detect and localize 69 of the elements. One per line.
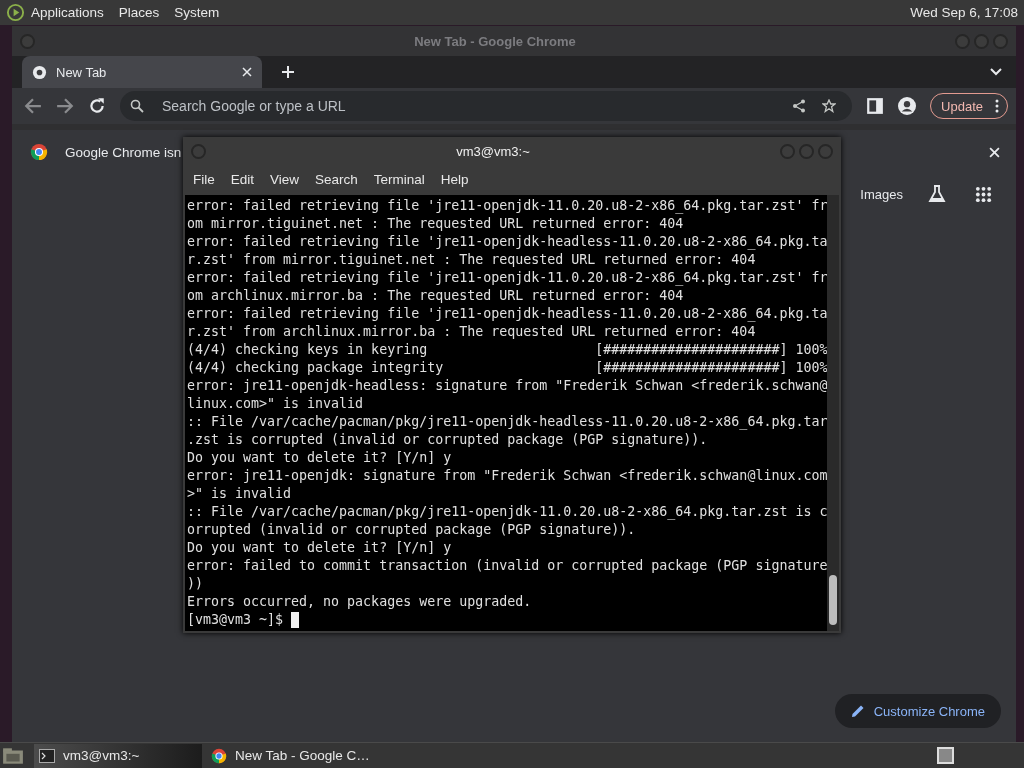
close-icon[interactable] — [989, 146, 1000, 158]
profile-avatar-icon[interactable] — [898, 97, 917, 115]
menu-item[interactable]: Help — [440, 171, 469, 187]
menu-item[interactable]: File — [193, 171, 215, 187]
terminal-line: Do you want to delete it? [Y/n] y — [187, 539, 453, 557]
chrome-logo-icon — [30, 143, 48, 161]
terminal-line: )) — [187, 575, 204, 593]
terminal-line: :: File /var/cache/pacman/pkg/jre11-openjdk-11.0.20.u8-2-x86_64.pkg.tar.zst is c — [187, 503, 828, 521]
terminal-line: Do you want to delete it? [Y/n] y — [187, 449, 453, 467]
panel-menu[interactable]: Places — [118, 5, 160, 20]
terminal-line: om mirror.tiguinet.net : The requested URL returned error: 404 — [187, 215, 685, 233]
terminal-line: orrupted (invalid or corrupted package (PGP signature)). — [187, 521, 637, 539]
terminal-line: error: jre11-openjdk-headless: signature from "Frederik Schwan <frederik.schwan@ — [187, 377, 828, 395]
terminal-line: r.zst' from mirror.tiguinet.net : The requested URL returned error: 404 — [187, 251, 757, 269]
terminal-line: (4/4) checking package integrity [######################] 100% — [187, 359, 828, 377]
menu-item[interactable]: Search — [315, 171, 358, 187]
terminal-line: linux.com>" is invalid — [187, 395, 365, 413]
more-icon[interactable] — [995, 99, 999, 113]
address-bar[interactable]: Search Google or type a URL — [120, 91, 853, 121]
terminal-line: .zst is corrupted (invalid or corrupted package (PGP signature)). — [187, 431, 709, 449]
window-title: vm3@vm3:~ — [455, 143, 531, 159]
menu-item[interactable]: Edit — [230, 171, 255, 187]
terminal-line: r.zst' from archlinux.mirror.ba : The requested URL returned error: 404 — [187, 323, 757, 341]
distro-logo-icon[interactable] — [6, 3, 25, 22]
chrome-logo-icon — [32, 64, 47, 80]
window-title: New Tab - Google Chrome — [413, 33, 577, 49]
terminal-line: (4/4) checking keys in keyring [######################] 100% — [187, 341, 828, 359]
show-desktop-icon[interactable] — [2, 746, 24, 765]
panel-menu[interactable]: Applications — [31, 5, 104, 20]
workspace-switcher[interactable] — [937, 747, 954, 764]
images-link[interactable]: Images — [860, 186, 903, 202]
terminal-line: error: failed retrieving file 'jre11-openjdk-headless-11.0.20.u8-2-x86_64.pkg.ta — [187, 233, 828, 251]
side-panel-icon[interactable] — [866, 97, 885, 115]
chevron-down-icon[interactable] — [990, 68, 1002, 76]
share-icon[interactable] — [792, 99, 807, 113]
terminal-line: >" is invalid — [187, 485, 293, 503]
menu-item[interactable]: View — [270, 171, 300, 187]
terminal-line: error: failed retrieving file 'jre11-openjdk-11.0.20.u8-2-x86_64.pkg.tar.zst' fr — [187, 269, 828, 287]
browser-tab[interactable]: New Tab — [22, 56, 262, 88]
star-icon[interactable] — [822, 99, 837, 113]
close-icon[interactable] — [242, 67, 252, 77]
pencil-icon — [850, 704, 865, 718]
terminal-line: error: jre11-openjdk: signature from "Frederik Schwan <frederik.schwan@linux.com — [187, 467, 828, 485]
infobar-message: Google Chrome isn — [65, 144, 182, 160]
scrollbar-thumb[interactable] — [829, 575, 837, 625]
text-cursor — [291, 612, 300, 628]
panel-menu[interactable]: System — [174, 5, 220, 20]
address-input[interactable]: Search Google or type a URL — [160, 97, 783, 115]
shell-prompt: [vm3@vm3 ~]$ — [187, 611, 284, 629]
reload-icon[interactable] — [88, 97, 106, 115]
apps-grid-icon[interactable] — [975, 185, 992, 203]
terminal-line: om archlinux.mirror.ba : The requested URL returned error: 404 — [187, 287, 685, 305]
clock[interactable]: Wed Sep 6, 17:08 — [910, 5, 1018, 20]
new-tab-icon[interactable] — [282, 66, 294, 78]
search-icon — [130, 99, 144, 113]
terminal-line: error: failed to commit transaction (invalid or corrupted package (PGP signature — [187, 557, 828, 575]
taskbar-button[interactable]: New Tab - Google C… — [206, 743, 375, 768]
terminal-line: :: File /var/cache/pacman/pkg/jre11-openjdk-headless-11.0.20.u8-2-x86_64.pkg.tar — [187, 413, 828, 431]
forward-icon[interactable] — [56, 97, 74, 115]
terminal-line: Errors occurred, no packages were upgraded. — [187, 593, 533, 611]
terminal-line: error: failed retrieving file 'jre11-openjdk-headless-11.0.20.u8-2-x86_64.pkg.ta — [187, 305, 828, 323]
menu-item[interactable]: Terminal — [373, 171, 425, 187]
customize-chrome-button[interactable]: Customize Chrome — [834, 694, 1001, 728]
terminal-icon — [39, 747, 55, 764]
terminal-line: error: failed retrieving file 'jre11-openjdk-11.0.20.u8-2-x86_64.pkg.tar.zst' fr — [187, 197, 828, 215]
taskbar-button[interactable]: vm3@vm3:~ — [34, 743, 202, 768]
back-icon[interactable] — [24, 97, 42, 115]
chrome-logo-icon — [211, 747, 227, 764]
flask-icon[interactable] — [927, 184, 947, 204]
